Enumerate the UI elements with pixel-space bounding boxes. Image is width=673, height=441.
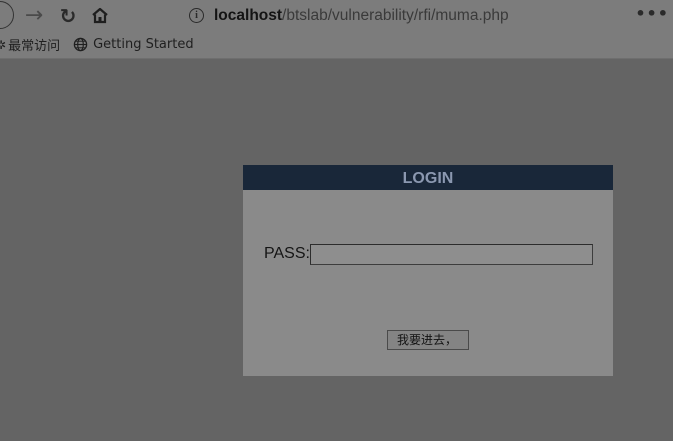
reload-button[interactable]: ↻ — [56, 0, 80, 31]
pass-label: PASS: — [264, 245, 310, 262]
info-icon[interactable]: i — [189, 8, 204, 23]
screen: → ↻ i localhost/btslab/vulnerability/rfi… — [0, 0, 673, 441]
address-bar[interactable]: i localhost/btslab/vulnerability/rfi/mum… — [181, 0, 639, 31]
login-header: LOGIN — [243, 165, 613, 190]
back-button[interactable] — [0, 1, 14, 29]
bookmark-most-visited[interactable]: ✲ 最常访问 — [0, 35, 61, 55]
url-host: localhost — [214, 6, 283, 24]
url-text[interactable]: localhost/btslab/vulnerability/rfi/muma.… — [214, 7, 509, 25]
url-path: /btslab/vulnerability/rfi/muma.php — [282, 6, 509, 24]
bookmark-label: Getting Started — [93, 37, 194, 52]
gear-icon: ✲ — [0, 37, 7, 52]
password-input[interactable] — [310, 244, 593, 265]
more-menu-icon[interactable]: ••• — [635, 4, 669, 23]
bookmark-label: 最常访问 — [8, 39, 61, 54]
home-button[interactable] — [88, 0, 112, 31]
login-dialog: LOGIN PASS: 我要进去， — [243, 165, 613, 376]
forward-arrow-icon: → — [24, 3, 44, 28]
browser-toolbar: → ↻ i localhost/btslab/vulnerability/rfi… — [0, 0, 673, 31]
bookmarks-toolbar: ✲ 最常访问 Getting Started — [0, 31, 673, 59]
reload-icon: ↻ — [59, 3, 77, 28]
login-title: LOGIN — [402, 170, 454, 187]
submit-button[interactable]: 我要进去， — [387, 330, 469, 350]
home-icon — [92, 7, 108, 24]
globe-icon — [73, 37, 88, 52]
bookmark-getting-started[interactable]: Getting Started — [72, 37, 194, 52]
forward-button[interactable]: → — [22, 0, 46, 31]
